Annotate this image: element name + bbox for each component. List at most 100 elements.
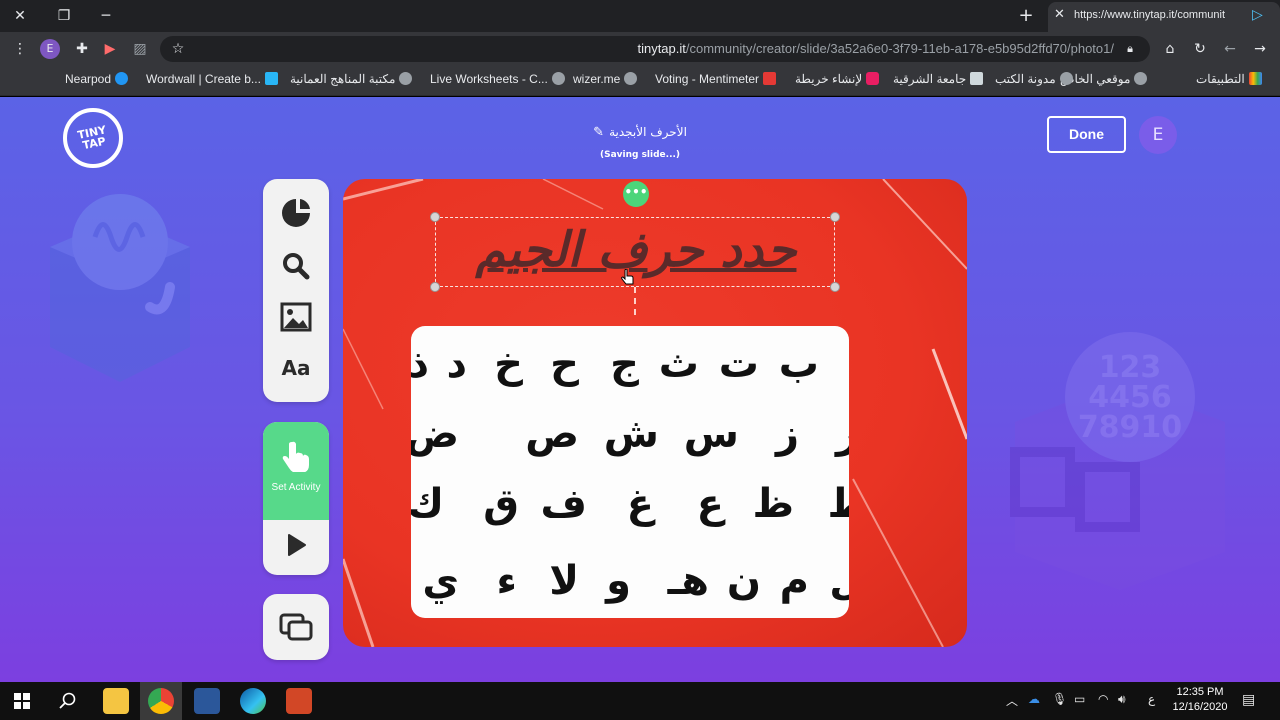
bookmark-label: جامعة الشرقية [893, 72, 967, 86]
system-clock[interactable]: 12:35 PM 12/16/2020 [1168, 685, 1232, 715]
letter: ض [411, 411, 459, 457]
profile-avatar-icon[interactable]: E [40, 39, 60, 59]
wifi-icon[interactable]: ◠ [1098, 692, 1108, 706]
done-button[interactable]: Done [1047, 116, 1126, 153]
battery-icon[interactable]: ▭ [1074, 692, 1085, 706]
window-restore-icon[interactable]: ❐ [50, 0, 78, 32]
numbers-cube-illustration-icon: 123 4456 78910 [1010, 332, 1225, 590]
file-explorer-icon[interactable] [103, 688, 129, 714]
window-close-icon[interactable]: ✕ [6, 0, 34, 32]
home-icon[interactable]: ⌂ [1160, 40, 1180, 58]
pencil-icon[interactable]: ✎ [593, 125, 604, 140]
clock-date: 12/16/2020 [1172, 701, 1228, 713]
letter: و [606, 558, 631, 604]
bookmark-item[interactable]: مدونة الكتب [995, 72, 1077, 86]
letter: ث [658, 341, 699, 387]
sticker-tool[interactable] [276, 195, 316, 231]
image-icon [280, 302, 312, 332]
window-minimize-icon[interactable]: ─ [92, 0, 120, 32]
bookmark-label: Wordwall | Create b... [146, 72, 261, 86]
reload-icon[interactable]: ↻ [1190, 40, 1210, 58]
resize-handle[interactable] [830, 282, 840, 292]
windows-taskbar: ︿ ☁ 🎙︎ ▭ ◠ 🔊︎ ع 12:35 PM 12/16/2020 ▤ [0, 682, 1280, 720]
heading-selection-box[interactable]: حدد حرف الجيم [430, 212, 840, 292]
logo-text: TINY TAP [76, 123, 108, 153]
bookmark-item[interactable]: جامعة الشرقية [893, 72, 987, 86]
tinytap-logo[interactable]: TINY TAP [63, 108, 123, 168]
windows-start-icon[interactable] [14, 693, 30, 709]
text-tool[interactable]: Aa [276, 350, 316, 386]
letter: خ [494, 341, 523, 387]
tab-title: https://www.tinytap.it/communit [1074, 9, 1225, 21]
search-tool[interactable] [276, 248, 316, 284]
menu-kebab-icon[interactable]: ⋮ [10, 40, 30, 58]
powerpoint-icon[interactable] [286, 688, 312, 714]
resize-handle[interactable] [430, 212, 440, 222]
bookmark-item[interactable]: لإنشاء خريطة [795, 72, 883, 86]
bookmark-apps[interactable]: التطبيقات [1196, 72, 1266, 86]
globe-icon [624, 72, 638, 85]
set-activity-label: Set Activity [271, 482, 321, 493]
letter: ك [411, 481, 444, 527]
notification-center-icon[interactable]: ▤ [1242, 692, 1255, 708]
bookmark-item[interactable]: Wordwall | Create b... [146, 72, 282, 86]
play-icon [288, 534, 306, 556]
volume-icon[interactable]: 🔊︎ [1118, 692, 1126, 707]
slide-heading[interactable]: حدد حرف الجيم [436, 218, 836, 288]
screencast-extension-icon[interactable]: ▶ [100, 40, 120, 58]
onedrive-icon[interactable]: ☁ [1028, 692, 1040, 706]
chrome-icon[interactable] [148, 688, 174, 714]
word-icon[interactable] [194, 688, 220, 714]
browser-tab-bar: ✕ ❐ ─ + ✕ https://www.tinytap.it/communi… [0, 0, 1280, 32]
user-avatar[interactable]: E [1139, 116, 1177, 154]
extensions-puzzle-icon[interactable]: ✚ [72, 40, 92, 58]
back-icon[interactable]: → [1250, 40, 1270, 58]
tool-palette: Aa [263, 179, 329, 402]
rotate-handle[interactable] [634, 287, 636, 315]
letter-row: ب ت ث ج ح خ د ذ [411, 334, 849, 394]
image-tool[interactable] [276, 299, 316, 335]
bookmark-item[interactable]: Voting - Mentimeter [655, 72, 780, 86]
letter: ب [778, 341, 819, 387]
resize-handle[interactable] [430, 282, 440, 292]
letter: ر [835, 411, 849, 457]
slide-title-row[interactable]: ✎ الأحرف الأبجدية [560, 121, 720, 140]
active-tab[interactable]: ✕ https://www.tinytap.it/communit ▷ [1048, 2, 1280, 32]
address-bar[interactable]: ☆ tinytap.it/community/creator/slide/3a5… [160, 36, 1150, 62]
letter: ذ [411, 341, 429, 387]
pdf-extension-icon[interactable]: ▨ [130, 40, 150, 58]
bookmark-label: Nearpod [65, 72, 112, 86]
bookmark-item[interactable]: Live Worksheets - C... [430, 72, 569, 86]
tray-chevron-icon[interactable]: ︿ [1006, 692, 1018, 709]
bookmark-item[interactable]: Nearpod [65, 72, 132, 86]
bookmark-star-icon[interactable]: ☆ [168, 40, 188, 58]
bookmark-item[interactable]: مكتبة المناهج العمانية [290, 72, 416, 86]
set-activity-button[interactable]: Set Activity [263, 422, 329, 520]
alphabet-image[interactable]: ب ت ث ج ح خ د ذ ر ز س ش ص ض ط ظ ع غ ف ق … [411, 326, 849, 618]
map-app-icon [866, 72, 880, 85]
letter: ي [422, 558, 459, 604]
slides-button[interactable] [276, 609, 316, 645]
letter: ف [540, 481, 587, 527]
more-options-button[interactable]: ••• [623, 181, 649, 207]
microphone-icon[interactable]: 🎙︎ [1052, 692, 1067, 706]
bookmark-label: Live Worksheets - C... [430, 72, 548, 86]
slide-canvas[interactable]: حدد حرف الجيم ••• ب ت ث ج ح خ د ذ ر ز س … [343, 179, 967, 647]
play-button[interactable] [276, 527, 316, 563]
lock-icon[interactable]: 🔒︎ [1120, 40, 1140, 58]
slide-title[interactable]: الأحرف الأبجدية [609, 125, 687, 139]
slide-title-area: ✎ الأحرف الأبجدية (Saving slide...) [560, 121, 720, 160]
bookmark-item[interactable]: wizer.me [573, 72, 641, 86]
url-path: /community/creator/slide/3a52a6e0-3f79-1… [685, 41, 1114, 56]
globe-icon [1134, 72, 1148, 85]
new-tab-icon[interactable]: + [1012, 0, 1040, 32]
university-icon [970, 72, 984, 85]
letter-row: ل م ن هـ و لا ء ي [411, 551, 849, 611]
url-host: tinytap.it [637, 41, 686, 56]
resize-handle[interactable] [830, 212, 840, 222]
edge-icon[interactable] [240, 688, 266, 714]
search-icon[interactable] [59, 692, 77, 710]
tab-close-icon[interactable]: ✕ [1054, 7, 1065, 22]
forward-icon[interactable]: ← [1220, 40, 1240, 58]
input-language-indicator[interactable]: ع [1148, 692, 1155, 706]
